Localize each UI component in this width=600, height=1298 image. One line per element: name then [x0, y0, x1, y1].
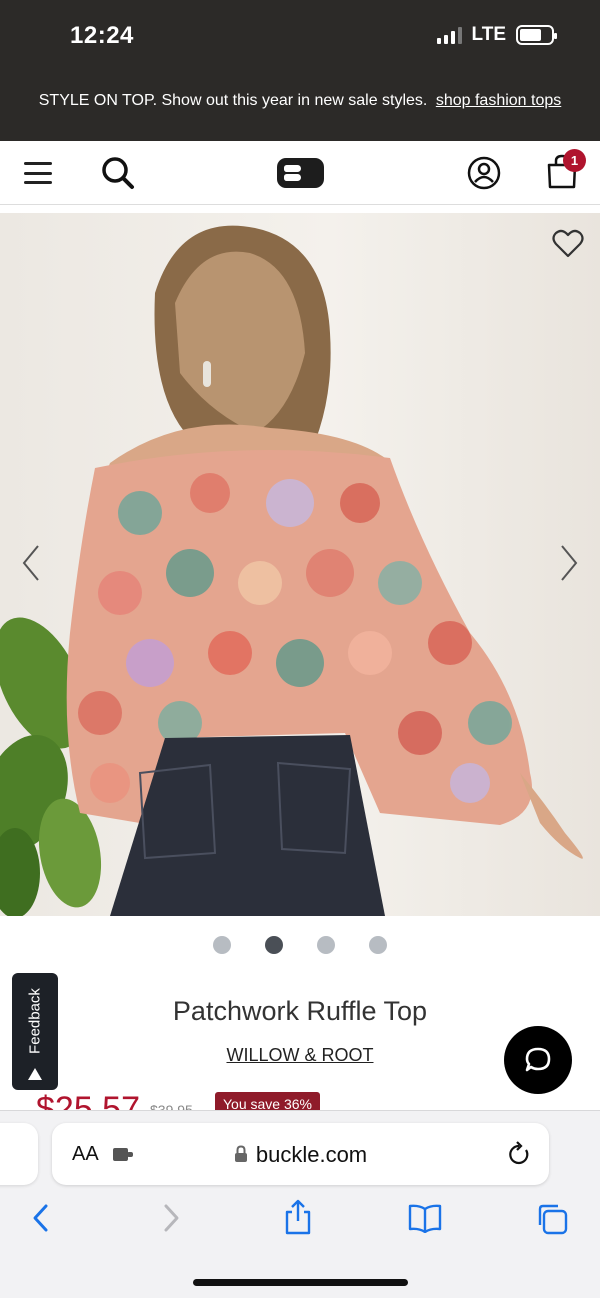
gallery-pagination — [0, 936, 600, 954]
feedback-arrow-icon — [28, 1068, 42, 1080]
product-title: Patchwork Ruffle Top — [172, 996, 428, 1026]
menu-icon[interactable] — [24, 162, 52, 184]
gallery-dot[interactable] — [369, 936, 387, 954]
chat-button[interactable] — [504, 1026, 572, 1094]
previous-tab-preview[interactable] — [0, 1123, 38, 1185]
top-banner-area: 12:24 LTE STYLE ON TOP. Show out this ye… — [0, 0, 600, 141]
share-icon[interactable] — [283, 1199, 313, 1235]
status-indicators: LTE — [436, 24, 557, 46]
network-type: LTE — [471, 24, 506, 45]
feedback-tab[interactable]: Feedback — [12, 973, 58, 1090]
gallery-dot-active[interactable] — [265, 936, 283, 954]
promo-banner: STYLE ON TOP. Show out this year in new … — [0, 92, 600, 110]
product-photo — [0, 225, 583, 916]
browser-toolbar: AA buckle.com — [0, 1110, 600, 1298]
reload-icon[interactable] — [507, 1141, 531, 1167]
status-time: 12:24 — [70, 22, 134, 49]
signal-icon — [436, 26, 462, 44]
back-icon[interactable] — [30, 1203, 52, 1233]
product-image[interactable] — [0, 213, 600, 916]
bookmarks-icon[interactable] — [407, 1203, 443, 1233]
next-image-arrow-icon[interactable] — [558, 543, 580, 583]
tabs-icon[interactable] — [536, 1203, 568, 1235]
buckle-logo[interactable] — [277, 158, 324, 188]
gallery-dot[interactable] — [317, 936, 335, 954]
url-display[interactable]: buckle.com — [52, 1142, 549, 1168]
promo-link[interactable]: shop fashion tops — [436, 92, 561, 109]
gallery-dot[interactable] — [213, 936, 231, 954]
url-domain: buckle.com — [255, 1142, 368, 1167]
home-indicator[interactable] — [193, 1279, 408, 1286]
chat-icon — [525, 1047, 551, 1072]
previous-image-arrow-icon[interactable] — [20, 543, 42, 583]
address-bar[interactable]: AA buckle.com — [52, 1123, 549, 1185]
search-icon[interactable] — [100, 155, 136, 191]
wishlist-heart-icon[interactable] — [552, 229, 584, 259]
battery-icon — [516, 25, 557, 45]
account-icon[interactable] — [466, 155, 502, 191]
lock-icon — [234, 1145, 247, 1162]
bag-count-badge: 1 — [563, 149, 586, 172]
forward-icon[interactable] — [160, 1203, 182, 1233]
site-header: 1 — [0, 141, 600, 205]
promo-text: STYLE ON TOP. Show out this year in new … — [38, 92, 428, 109]
